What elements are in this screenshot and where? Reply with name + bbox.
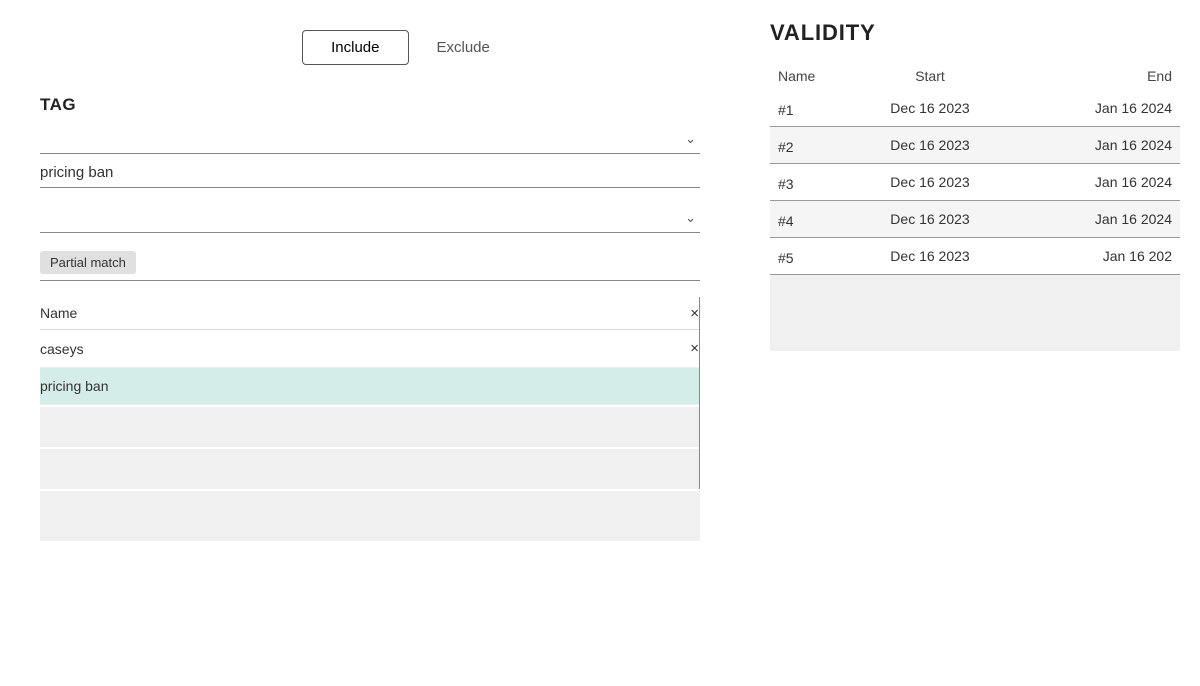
list-close-button[interactable]: ×: [690, 306, 699, 321]
list-item-text: caseys: [40, 341, 84, 357]
list-container: Name × caseys × pricing ban: [40, 297, 700, 489]
list-item-text-selected: pricing ban: [40, 378, 109, 394]
validity-table: Name Start End #1Dec 16 2023Jan 16 2024#…: [770, 62, 1180, 351]
dropdown2[interactable]: ⌄: [40, 204, 700, 233]
validity-row-name: #4: [770, 201, 850, 238]
list-item[interactable]: caseys ×: [40, 330, 699, 368]
empty-row-2: [40, 449, 699, 489]
validity-row-name: #2: [770, 127, 850, 164]
page-container: Include Exclude TAG ⌄ pricing ban ⌄ Part…: [0, 0, 1200, 686]
list-header-row: Name ×: [40, 297, 699, 330]
list-section: Name × caseys × pricing ban: [40, 297, 700, 489]
validity-empty-row: [770, 313, 1180, 351]
partial-match-badge: Partial match: [40, 251, 136, 274]
validity-row-end: Jan 16 2024: [1010, 127, 1180, 164]
empty-row-1: [40, 407, 699, 447]
validity-empty-row: [770, 275, 1180, 313]
chevron-down-icon: ⌄: [685, 131, 696, 147]
validity-row-end: Jan 16 202: [1010, 238, 1180, 275]
validity-row-end: Jan 16 2024: [1010, 201, 1180, 238]
validity-row-name: #3: [770, 164, 850, 201]
validity-row-start: Dec 16 2023: [850, 90, 1010, 127]
validity-row-start: Dec 16 2023: [850, 164, 1010, 201]
left-panel: Include Exclude TAG ⌄ pricing ban ⌄ Part…: [0, 0, 740, 686]
bottom-grey-bar: [40, 491, 700, 541]
validity-row-end: Jan 16 2024: [1010, 164, 1180, 201]
validity-row-name: #1: [770, 90, 850, 127]
col-header-end: End: [1010, 62, 1180, 90]
list-item-remove-button[interactable]: ×: [690, 340, 699, 357]
toggle-row: Include Exclude: [120, 30, 700, 65]
list-item-selected[interactable]: pricing ban: [40, 368, 699, 405]
chevron-down-icon2: ⌄: [685, 210, 696, 226]
validity-row-name: #5: [770, 238, 850, 275]
validity-row-start: Dec 16 2023: [850, 201, 1010, 238]
field-value: pricing ban: [40, 154, 700, 188]
list-header-label: Name: [40, 305, 77, 321]
exclude-button[interactable]: Exclude: [409, 31, 518, 64]
validity-row-start: Dec 16 2023: [850, 127, 1010, 164]
include-button[interactable]: Include: [302, 30, 408, 65]
dropdown1[interactable]: ⌄: [40, 125, 700, 154]
validity-title: VALIDITY: [770, 20, 1180, 46]
validity-row-end: Jan 16 2024: [1010, 90, 1180, 127]
right-panel: VALIDITY Name Start End #1Dec 16 2023Jan…: [740, 0, 1200, 686]
col-header-name: Name: [770, 62, 850, 90]
validity-row-start: Dec 16 2023: [850, 238, 1010, 275]
tag-label: TAG: [40, 95, 700, 115]
col-header-start: Start: [850, 62, 1010, 90]
divider: [40, 280, 700, 281]
